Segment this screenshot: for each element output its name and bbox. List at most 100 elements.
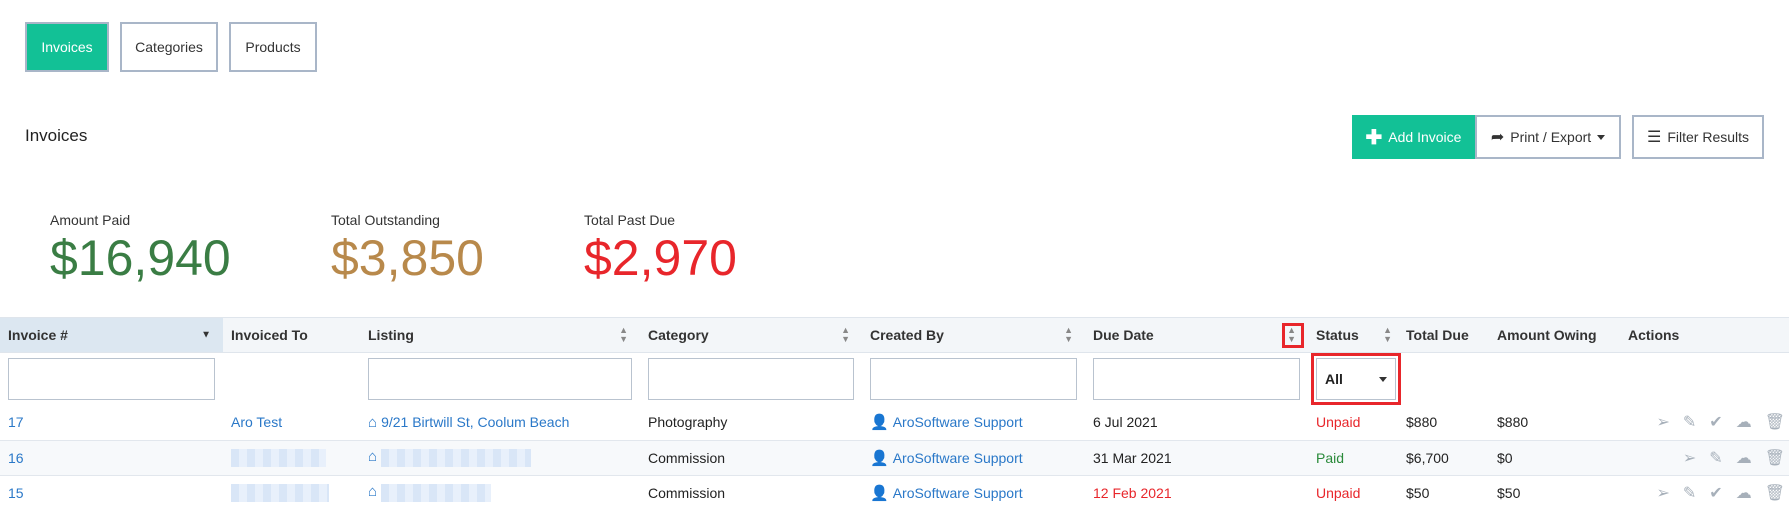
tab-products[interactable]: Products [229, 22, 317, 72]
filter-results-label: Filter Results [1667, 129, 1750, 145]
category-cell: Commission [640, 475, 862, 509]
stat-label: Amount Paid [50, 212, 131, 228]
created-by-link[interactable]: AroSoftware Support [893, 414, 1023, 430]
send-icon[interactable]: ➢ [1656, 412, 1669, 432]
print-export-button[interactable]: ➦ Print / Export [1475, 115, 1621, 159]
redacted-listing [381, 448, 532, 467]
col-status[interactable]: Status ▲ ▼ [1308, 317, 1398, 353]
status-filter-value: All [1325, 371, 1343, 387]
send-icon[interactable]: ➢ [1656, 483, 1669, 503]
category-filter[interactable] [648, 358, 854, 400]
sort-icon: ▲ ▼ [841, 325, 850, 344]
category-cell: Commission [640, 440, 862, 476]
share-arrow-icon: ➦ [1490, 129, 1505, 146]
filter-row: All [0, 353, 1789, 405]
toolbar: ✚ Add Invoice ➦ Print / Export ☰ Filter … [1352, 115, 1764, 159]
col-invoiced-to: Invoiced To [223, 317, 360, 353]
header-row: Invoice # ▼ Invoiced To Listing ▲ ▼ Categor… [0, 317, 1789, 353]
caret-down-icon [1379, 376, 1387, 382]
col-amount-owing: Amount Owing [1489, 317, 1620, 353]
summary-stats: Amount Paid $16,940 Total Outstanding $3… [50, 212, 737, 286]
col-listing[interactable]: Listing ▲ ▼ [360, 317, 640, 353]
col-actions: Actions [1620, 317, 1789, 353]
stat-label: Total Past Due [584, 212, 676, 228]
created-by-link[interactable]: AroSoftware Support [893, 485, 1023, 501]
created-by-link[interactable]: AroSoftware Support [893, 450, 1023, 466]
edit-pencil-icon[interactable]: ✎ [1709, 448, 1722, 468]
caret-down-icon [1597, 134, 1606, 140]
stat-value: $2,970 [584, 230, 737, 286]
table-row: 15 ⌂ Commission 👤 AroSoftware Support 12 … [0, 475, 1789, 509]
invoice-number-link[interactable]: 16 [8, 450, 24, 466]
redacted-listing [381, 483, 492, 502]
add-invoice-button[interactable]: ✚ Add Invoice [1352, 115, 1475, 159]
filter-results-button[interactable]: ☰ Filter Results [1632, 115, 1764, 159]
tab-categories[interactable]: Categories [120, 22, 218, 72]
sort-desc-icon: ▼ [201, 329, 211, 341]
user-icon: 👤 [870, 484, 889, 502]
trash-icon[interactable]: 🗑 [1765, 483, 1785, 503]
col-invoice-number[interactable]: Invoice # ▼ [0, 317, 223, 353]
col-created-by[interactable]: Created By ▲ ▼ [862, 317, 1085, 353]
stat-label: Total Outstanding [331, 212, 440, 228]
due-date-filter[interactable] [1093, 358, 1300, 400]
checkmark-icon[interactable]: ✔ [1709, 412, 1722, 432]
due-date-cell: 31 Mar 2021 [1085, 440, 1308, 476]
created-by-filter[interactable] [870, 358, 1077, 400]
home-icon: ⌂ [368, 448, 378, 466]
row-actions: ➢ ✎ ✔ ☁ 🗑 [1628, 412, 1789, 432]
sort-icon: ▲ ▼ [1287, 325, 1296, 344]
trash-icon[interactable]: 🗑 [1765, 412, 1785, 432]
tab-invoices[interactable]: Invoices [25, 22, 109, 72]
plus-icon: ✚ [1365, 126, 1383, 149]
redacted-name [231, 448, 326, 467]
row-actions: ➢ ✎ ✔ ☁ 🗑 [1628, 483, 1789, 503]
status-cell: Unpaid [1308, 405, 1398, 441]
print-export-label: Print / Export [1510, 129, 1592, 145]
table-row: 16 ⌂ Commission 👤 AroSoftware Support 31 … [0, 440, 1789, 476]
page-title: Invoices [25, 126, 88, 145]
trash-icon[interactable]: 🗑 [1765, 448, 1785, 468]
invoice-number-link[interactable]: 15 [8, 485, 24, 501]
edit-pencil-icon[interactable]: ✎ [1683, 483, 1696, 503]
invoice-number-link[interactable]: 17 [8, 414, 24, 430]
due-date-cell: 12 Feb 2021 [1085, 475, 1308, 509]
sort-icon: ▲ ▼ [619, 325, 628, 344]
home-icon: ⌂ [368, 413, 378, 431]
stat-value: $3,850 [331, 230, 484, 286]
row-actions: ➢ ✎ ☁ 🗑 [1628, 448, 1789, 468]
checkmark-icon[interactable]: ✔ [1709, 483, 1722, 503]
col-total-due: Total Due [1398, 317, 1489, 353]
table-row: 17 Aro Test ⌂ 9/21 Birtwill St, Coolum Be… [0, 405, 1789, 441]
listing-link[interactable]: 9/21 Birtwill St, Coolum Beach [381, 414, 569, 430]
redacted-name [231, 483, 329, 502]
invoices-table: Invoice # ▼ Invoiced To Listing ▲ ▼ Categor… [0, 317, 1789, 509]
amount-owing-cell: $0 [1489, 440, 1620, 476]
col-due-date[interactable]: Due Date ▲ ▼ [1085, 317, 1308, 353]
status-cell: Unpaid [1308, 475, 1398, 509]
cloud-download-icon[interactable]: ☁ [1736, 412, 1752, 432]
invoiced-to-link[interactable]: Aro Test [231, 414, 282, 430]
stat-total-outstanding: Total Outstanding $3,850 [331, 212, 584, 286]
status-filter-select[interactable]: All [1311, 353, 1401, 405]
status-cell: Paid [1308, 440, 1398, 476]
sort-icon: ▲ ▼ [1383, 325, 1392, 344]
home-icon: ⌂ [368, 483, 378, 501]
filter-lines-icon: ☰ [1646, 129, 1662, 146]
cloud-download-icon[interactable]: ☁ [1736, 448, 1752, 468]
sort-icon: ▲ ▼ [1064, 325, 1073, 344]
add-invoice-label: Add Invoice [1388, 129, 1462, 145]
send-icon[interactable]: ➢ [1683, 448, 1696, 468]
user-icon: 👤 [870, 414, 889, 432]
invoice-number-filter[interactable] [8, 358, 215, 400]
total-due-cell: $50 [1398, 475, 1489, 509]
col-category[interactable]: Category ▲ ▼ [640, 317, 862, 353]
edit-pencil-icon[interactable]: ✎ [1683, 412, 1696, 432]
amount-owing-cell: $50 [1489, 475, 1620, 509]
stat-amount-paid: Amount Paid $16,940 [50, 212, 331, 286]
tab-bar: Invoices Categories Products [25, 22, 317, 72]
listing-filter[interactable] [368, 358, 632, 400]
stat-total-past-due: Total Past Due $2,970 [584, 212, 737, 286]
cloud-download-icon[interactable]: ☁ [1736, 483, 1752, 503]
total-due-cell: $6,700 [1398, 440, 1489, 476]
